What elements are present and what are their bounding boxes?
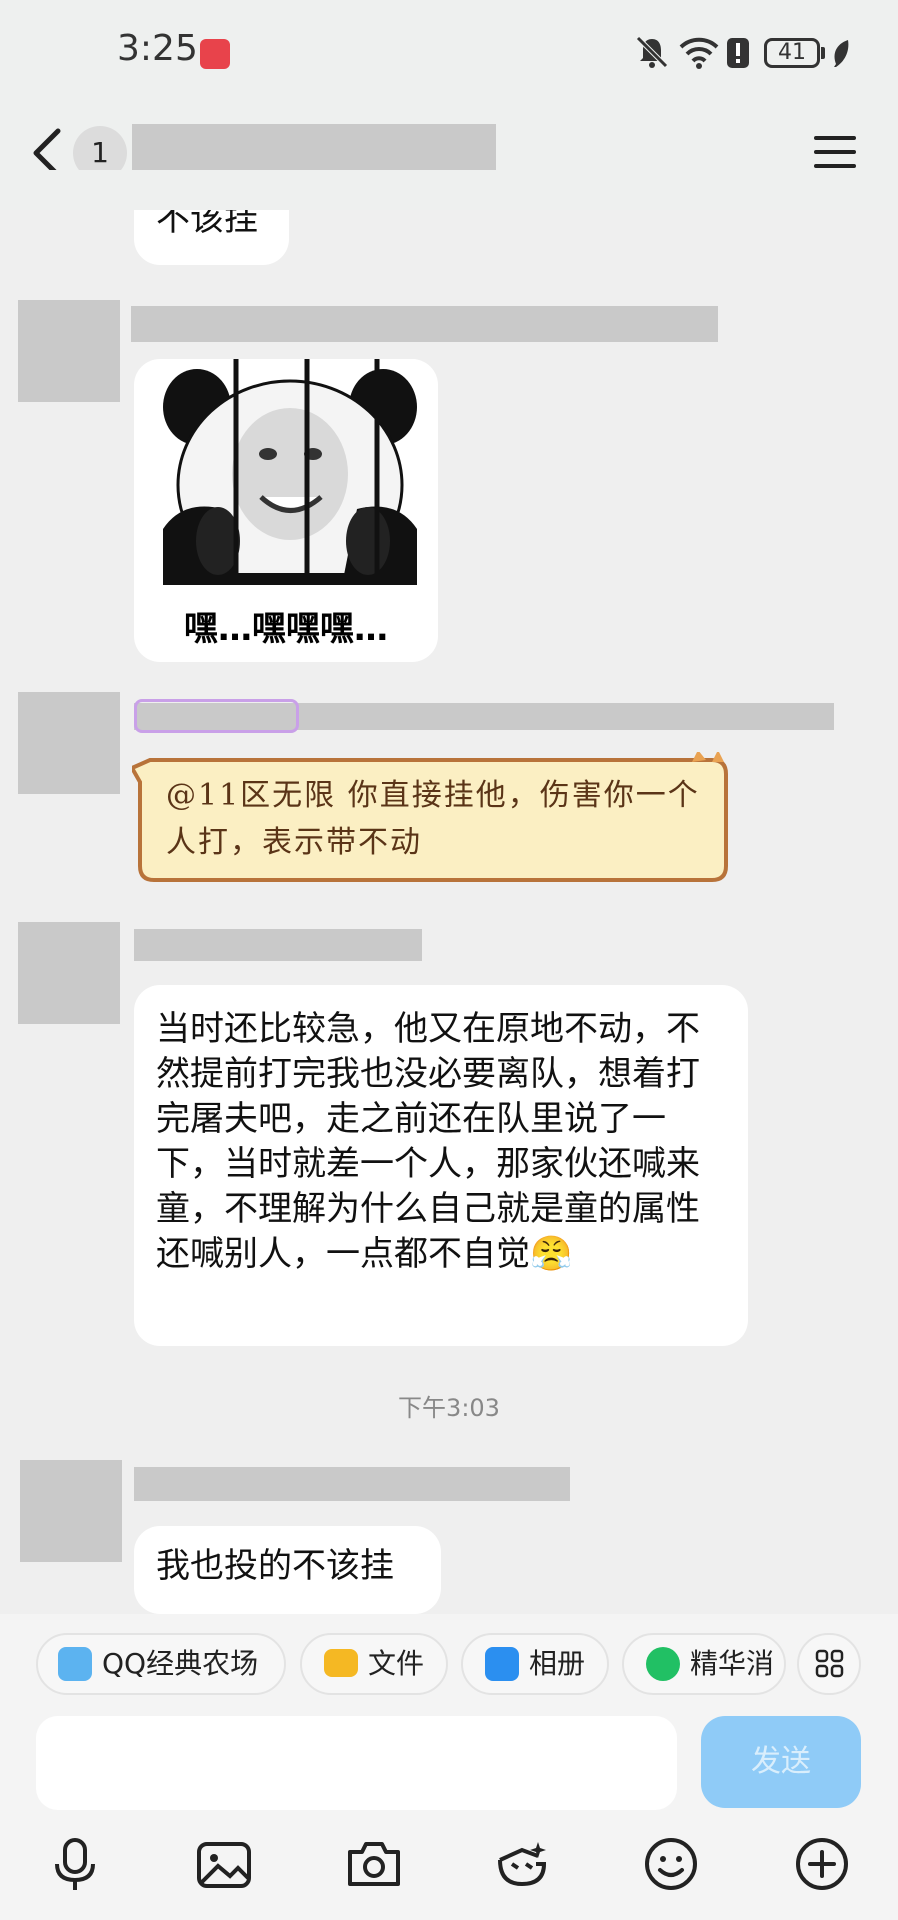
sticker-caption: 嘿…嘿嘿嘿…: [184, 609, 388, 649]
header-edge: [0, 170, 898, 210]
alert-icon: [727, 38, 749, 68]
sender-name: [134, 1467, 570, 1501]
star-badge-icon: [646, 1647, 680, 1681]
sender-name: [134, 929, 422, 961]
quick-action-farm[interactable]: QQ经典农场: [36, 1633, 286, 1695]
camera-icon[interactable]: [344, 1834, 404, 1894]
quick-action-label: 文件: [368, 1647, 425, 1680]
microphone-icon[interactable]: [45, 1834, 105, 1894]
menu-button[interactable]: [812, 134, 858, 170]
message-bubble[interactable]: 我也投的不该挂: [134, 1526, 441, 1614]
message-text: 当时还比较急，他又在原地不动，不然提前打完我也没必要离队，想着打完屠夫吧，走之前…: [156, 1009, 700, 1274]
image-icon[interactable]: [194, 1834, 254, 1894]
sender-name: [131, 306, 718, 342]
quick-action-file[interactable]: 文件: [300, 1633, 448, 1695]
avatar[interactable]: [18, 692, 120, 794]
quick-action-label: 相册: [529, 1647, 586, 1680]
sticker-face-icon[interactable]: [492, 1834, 552, 1894]
battery-tip: [821, 47, 825, 59]
send-button[interactable]: 发送: [701, 1716, 861, 1808]
message-timestamp: 下午3:03: [398, 1394, 500, 1422]
folder-icon: [324, 1649, 358, 1677]
sticker-message[interactable]: 嘿…嘿嘿嘿…: [134, 359, 438, 662]
message-input[interactable]: [36, 1716, 677, 1810]
message-bubble[interactable]: 当时还比较急，他又在原地不动，不然提前打完我也没必要离队，想着打完屠夫吧，走之前…: [134, 985, 748, 1346]
avatar[interactable]: [20, 1460, 122, 1562]
themed-message-bubble[interactable]: @11区无限 你直接挂他，伤害你一个人打，表示带不动: [132, 752, 737, 888]
wifi-icon: [679, 37, 719, 69]
avatar[interactable]: [18, 922, 120, 1024]
quick-action-label: 精华消: [690, 1647, 775, 1680]
message-text: 我也投的不该挂: [156, 1546, 394, 1586]
quick-action-label: QQ经典农场: [102, 1647, 259, 1680]
message-text: @11区无限 你直接挂他，伤害你一个人打，表示带不动: [166, 778, 700, 860]
bell-muted-icon: [636, 36, 668, 68]
photo-album-icon: [485, 1647, 519, 1681]
battery-icon: 41: [764, 38, 820, 68]
plus-icon[interactable]: [792, 1834, 852, 1894]
grid-icon: [815, 1649, 844, 1678]
emoji-icon[interactable]: [641, 1834, 701, 1894]
quick-action-highlights[interactable]: 精华消: [622, 1633, 786, 1695]
farm-game-icon: [58, 1647, 92, 1681]
quick-action-album[interactable]: 相册: [461, 1633, 609, 1695]
angry-face-emoji: 😤: [530, 1234, 573, 1274]
status-time: 3:25: [117, 28, 198, 69]
panda-sticker-image: [163, 359, 417, 585]
member-title-badge: [134, 699, 299, 733]
leaf-icon: [834, 40, 849, 67]
huawei-appgallery-icon: [200, 39, 230, 69]
avatar[interactable]: [18, 300, 120, 402]
more-apps-button[interactable]: [797, 1633, 861, 1695]
